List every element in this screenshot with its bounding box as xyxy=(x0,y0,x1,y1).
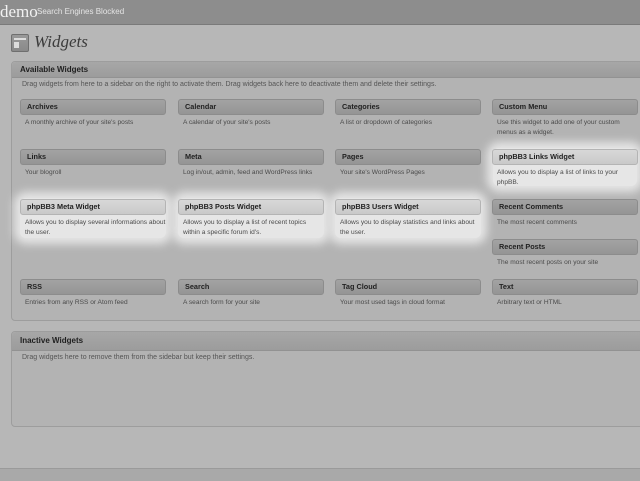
widget-title[interactable]: Search xyxy=(178,279,324,295)
widgets-icon xyxy=(11,34,29,52)
widget-description: A search form for your site xyxy=(183,299,260,306)
widget-title[interactable]: Links xyxy=(20,149,166,165)
widget-description: Allows you to display a list of recent t… xyxy=(183,219,307,236)
available-widgets-description: Drag widgets from here to a sidebar on t… xyxy=(22,81,437,88)
available-widgets-heading[interactable]: Available Widgets xyxy=(12,62,640,78)
widget-custom-menu[interactable]: Custom Menu Use this widget to add one o… xyxy=(492,99,638,137)
widget-title[interactable]: phpBB3 Users Widget xyxy=(335,199,481,215)
widget-rss[interactable]: RSS Entries from any RSS or Atom feed xyxy=(20,279,166,308)
widget-description: The most recent posts on your site xyxy=(497,259,599,266)
search-engines-blocked-notice[interactable]: Search Engines Blocked xyxy=(37,7,124,16)
inactive-widgets-heading[interactable]: Inactive Widgets xyxy=(12,332,640,351)
widget-title[interactable]: phpBB3 Links Widget xyxy=(492,149,638,165)
widget-calendar[interactable]: Calendar A calendar of your site's posts xyxy=(178,99,324,128)
inactive-widgets-panel[interactable]: Inactive Widgets Drag widgets here to re… xyxy=(11,331,640,427)
widget-archives[interactable]: Archives A monthly archive of your site'… xyxy=(20,99,166,128)
widget-title[interactable]: phpBB3 Posts Widget xyxy=(178,199,324,215)
admin-top-bar: demo Search Engines Blocked xyxy=(0,0,640,25)
widget-description: Your blogroll xyxy=(25,169,62,176)
widget-title[interactable]: Calendar xyxy=(178,99,324,115)
page-title: Widgets xyxy=(34,32,88,51)
widget-meta[interactable]: Meta Log in/out, admin, feed and WordPre… xyxy=(178,149,324,178)
widget-description: Arbitrary text or HTML xyxy=(497,299,562,306)
widget-description: The most recent comments xyxy=(497,219,577,226)
widget-description: Allows you to display a list of links to… xyxy=(497,169,618,186)
widget-search[interactable]: Search A search form for your site xyxy=(178,279,324,308)
widget-title[interactable]: Recent Posts xyxy=(492,239,638,255)
widget-description: A list or dropdown of categories xyxy=(340,119,432,126)
widget-description: Your most used tags in cloud format xyxy=(340,299,445,306)
widget-description: Log in/out, admin, feed and WordPress li… xyxy=(183,169,313,176)
widget-pages[interactable]: Pages Your site's WordPress Pages xyxy=(335,149,481,178)
site-name-link[interactable]: demo xyxy=(0,2,38,22)
widget-title[interactable]: Categories xyxy=(335,99,481,115)
widget-title[interactable]: Tag Cloud xyxy=(335,279,481,295)
widget-description: Use this widget to add one of your custo… xyxy=(497,119,620,136)
widget-title[interactable]: Recent Comments xyxy=(492,199,638,215)
widget-description: Your site's WordPress Pages xyxy=(340,169,425,176)
footer-bar xyxy=(0,468,640,481)
widget-title[interactable]: Pages xyxy=(335,149,481,165)
widget-title[interactable]: RSS xyxy=(20,279,166,295)
widget-description: Allows you to display several informatio… xyxy=(25,219,166,236)
widget-title[interactable]: Meta xyxy=(178,149,324,165)
widget-description: A calendar of your site's posts xyxy=(183,119,271,126)
widget-description: Entries from any RSS or Atom feed xyxy=(25,299,128,306)
widget-title[interactable]: Text xyxy=(492,279,638,295)
widget-links[interactable]: Links Your blogroll xyxy=(20,149,166,178)
widget-title[interactable]: Custom Menu xyxy=(492,99,638,115)
widget-tag-cloud[interactable]: Tag Cloud Your most used tags in cloud f… xyxy=(335,279,481,308)
widget-description: Allows you to display statistics and lin… xyxy=(340,219,475,236)
widget-phpbb3-links[interactable]: phpBB3 Links Widget Allows you to displa… xyxy=(492,149,638,187)
widget-categories[interactable]: Categories A list or dropdown of categor… xyxy=(335,99,481,128)
widget-title[interactable]: Archives xyxy=(20,99,166,115)
widget-description: A monthly archive of your site's posts xyxy=(25,119,134,126)
widget-phpbb3-users[interactable]: phpBB3 Users Widget Allows you to displa… xyxy=(335,199,481,237)
widget-recent-posts[interactable]: Recent Posts The most recent posts on yo… xyxy=(492,239,638,268)
widget-title[interactable]: phpBB3 Meta Widget xyxy=(20,199,166,215)
widget-recent-comments[interactable]: Recent Comments The most recent comments xyxy=(492,199,638,228)
inactive-widgets-description: Drag widgets here to remove them from th… xyxy=(22,354,255,361)
widget-text[interactable]: Text Arbitrary text or HTML xyxy=(492,279,638,308)
widget-phpbb3-posts[interactable]: phpBB3 Posts Widget Allows you to displa… xyxy=(178,199,324,237)
widget-phpbb3-meta[interactable]: phpBB3 Meta Widget Allows you to display… xyxy=(20,199,166,237)
